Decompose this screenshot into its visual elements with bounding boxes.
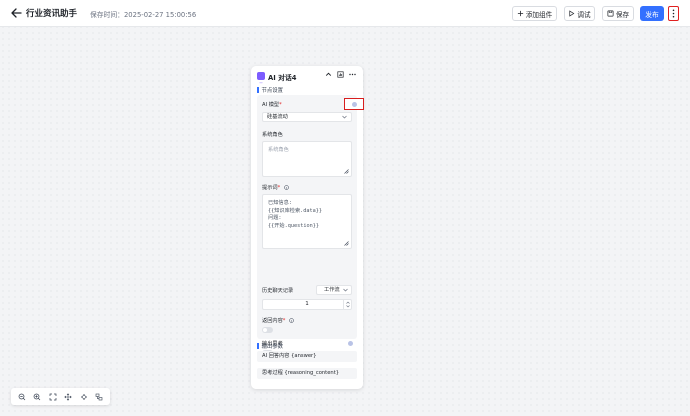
- system-role-textarea[interactable]: 系统角色: [262, 141, 352, 177]
- more-vertical-icon: [672, 9, 675, 18]
- ai-chat-node[interactable]: AI 对话4 节点设置 AI 模型* 硅基流动 系统角色 系统角色 提示词* 已…: [251, 66, 364, 389]
- debug-button[interactable]: 调试: [564, 6, 595, 21]
- info-icon[interactable]: [289, 318, 294, 323]
- model-settings-icon[interactable]: [352, 102, 357, 107]
- app-title: 行业资讯助手: [26, 9, 78, 19]
- more-menu-button[interactable]: [668, 6, 679, 21]
- node-toolbar: [325, 71, 356, 78]
- settings-panel: AI 模型* 硅基流动 系统角色 系统角色 提示词* 已知信息: {{知识库检索…: [257, 95, 364, 356]
- system-role-label: 系统角色: [262, 132, 283, 138]
- ai-model-label: AI 模型*: [262, 102, 282, 108]
- history-label: 历史聊天记录: [262, 288, 294, 294]
- publish-button[interactable]: 发布: [640, 6, 664, 21]
- resize-handle-icon[interactable]: [344, 169, 349, 174]
- auto-layout-icon[interactable]: [95, 393, 103, 401]
- collapse-chevron-icon[interactable]: [325, 71, 332, 78]
- ai-model-select[interactable]: 硅基流动: [262, 112, 352, 122]
- plus-icon: [517, 10, 523, 17]
- return-content-switch[interactable]: [262, 327, 273, 333]
- save-icon: [607, 10, 614, 17]
- history-count-value: 1: [305, 301, 309, 307]
- save-time-label: 保存时间：2025-02-27 15:00:56: [90, 10, 197, 19]
- ai-chat-icon: [257, 72, 265, 85]
- system-role-placeholder: 系统角色: [268, 147, 289, 153]
- play-icon: [569, 10, 575, 17]
- chevron-down-icon: [343, 288, 348, 292]
- prompt-label: 提示词*: [262, 184, 289, 191]
- more-horizontal-icon[interactable]: [349, 71, 356, 78]
- move-icon[interactable]: [80, 393, 88, 401]
- zoom-out-icon[interactable]: [18, 393, 26, 401]
- prompt-line: {{开始.question}}: [268, 222, 319, 229]
- back-arrow-icon[interactable]: [11, 8, 22, 18]
- save-label: 保存: [615, 10, 630, 19]
- debug-label: 调试: [577, 10, 591, 19]
- output-param-reasoning: 思考过程 {reasoning_content}: [257, 368, 357, 379]
- info-icon[interactable]: [284, 185, 289, 190]
- zoom-in-icon[interactable]: [33, 393, 41, 401]
- output-thinking-settings-icon[interactable]: [348, 341, 353, 346]
- model-settings-highlight[interactable]: [344, 98, 364, 110]
- add-component-button[interactable]: 添加组件: [512, 6, 557, 21]
- prompt-line: 问题:: [268, 215, 282, 222]
- output-params-heading: 输出参数: [257, 342, 284, 350]
- return-content-label: 返回内容*: [262, 317, 294, 324]
- save-button[interactable]: 保存: [602, 6, 634, 21]
- resize-handle-icon[interactable]: [344, 241, 349, 246]
- history-source-value: 工作流: [324, 287, 340, 293]
- history-count-input[interactable]: 1: [262, 299, 352, 310]
- stepper-arrows-icon: [346, 301, 350, 308]
- fit-view-icon[interactable]: [49, 393, 57, 401]
- number-stepper[interactable]: [343, 300, 351, 309]
- canvas-toolbar: [11, 388, 110, 405]
- node-title[interactable]: AI 对话4: [268, 72, 296, 82]
- prompt-line: 已知信息:: [268, 200, 292, 206]
- drag-icon[interactable]: [64, 392, 72, 401]
- node-settings-heading: 节点设置: [257, 86, 284, 94]
- output-param-answer: AI 回答内容 {answer}: [257, 351, 357, 362]
- chevron-down-icon: [342, 115, 347, 119]
- top-bar: 行业资讯助手 保存时间：2025-02-27 15:00:56 添加组件 调试 …: [0, 0, 690, 27]
- prompt-textarea[interactable]: 已知信息: {{知识库检索.data}} 问题: {{开始.question}}: [262, 194, 352, 249]
- add-component-label: 添加组件: [525, 10, 553, 19]
- ai-model-value: 硅基流动: [267, 114, 288, 120]
- chart-icon[interactable]: [337, 71, 344, 78]
- history-source-select[interactable]: 工作流: [316, 285, 352, 295]
